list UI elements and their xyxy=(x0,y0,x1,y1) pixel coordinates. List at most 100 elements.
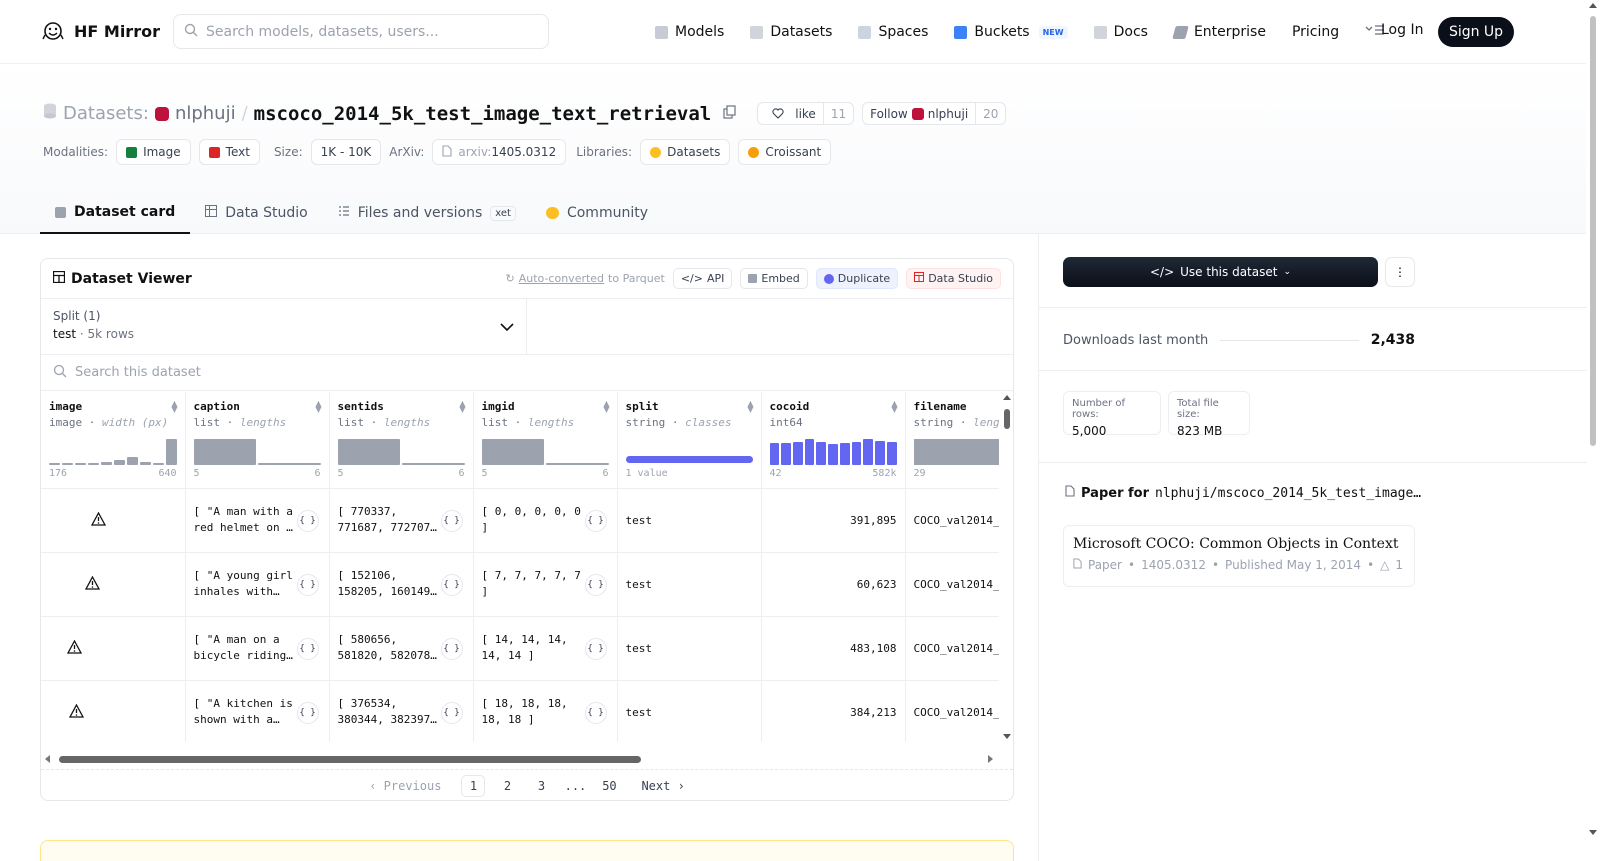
histogram-bar[interactable] xyxy=(546,463,609,465)
expand-json-icon[interactable]: { } xyxy=(296,701,319,724)
dataset-search-input[interactable] xyxy=(75,365,475,380)
histogram-bar[interactable] xyxy=(913,439,999,465)
histogram-bar[interactable] xyxy=(781,443,791,465)
table-row[interactable]: [ "A man on a bicycle riding next to a t… xyxy=(41,616,999,681)
cell-image[interactable] xyxy=(41,552,186,617)
horizontal-scrollbar[interactable] xyxy=(41,753,999,765)
cell-caption[interactable]: [ "A man on a bicycle riding next to a t… xyxy=(185,616,330,681)
expand-json-icon[interactable]: { } xyxy=(296,509,319,532)
cell-sentids[interactable]: [ 376534, 380344, 382397, 382830, 384170… xyxy=(329,680,474,742)
sort-icon[interactable]: ▲ ▼ xyxy=(603,400,609,414)
embed-button[interactable]: Embed xyxy=(740,268,808,289)
column-header-imgid[interactable]: imgid list · lengths ▲ ▼ 5 6 xyxy=(473,392,618,489)
histogram-bar[interactable] xyxy=(100,462,112,465)
histogram-bar[interactable] xyxy=(87,463,99,465)
expand-json-icon[interactable]: { } xyxy=(584,637,607,660)
tab-dataset-card[interactable]: Dataset card xyxy=(40,192,191,234)
histogram-bar[interactable] xyxy=(792,442,803,465)
global-search-input[interactable] xyxy=(206,23,526,40)
histogram-bar[interactable] xyxy=(139,462,151,465)
expand-json-icon[interactable]: { } xyxy=(584,701,607,724)
histogram-bar[interactable] xyxy=(863,439,874,465)
expand-json-icon[interactable]: { } xyxy=(584,573,607,596)
nav-enterprise[interactable]: Enterprise xyxy=(1172,24,1266,40)
follow-button[interactable]: Follow nlphuji 20 xyxy=(862,102,1007,125)
size-tag[interactable]: 1K - 10K xyxy=(310,139,382,165)
data-studio-button[interactable]: Data Studio xyxy=(906,268,1001,289)
expand-json-icon[interactable]: { } xyxy=(440,637,463,660)
cell-imgid[interactable]: [ 14, 14, 14, 14, 14 ]{ } xyxy=(473,616,618,681)
histogram-bar[interactable] xyxy=(337,439,400,465)
duplicate-button[interactable]: Duplicate xyxy=(815,268,899,289)
cell-cocoid[interactable]: 391,895 xyxy=(761,488,906,553)
nav-pricing[interactable]: Pricing xyxy=(1292,24,1339,40)
nav-docs[interactable]: Docs xyxy=(1093,24,1148,40)
histogram-bar[interactable] xyxy=(804,439,815,465)
cell-cocoid[interactable]: 384,213 xyxy=(761,680,906,742)
cell-split[interactable]: test xyxy=(617,616,762,681)
use-dataset-button[interactable]: </> Use this dataset ⌄ xyxy=(1063,257,1378,287)
tab-files-and-versions[interactable]: Files and versions xet xyxy=(323,192,531,234)
table-row[interactable]: [ "A man with a red helmet on a small mo… xyxy=(41,488,999,553)
column-header-image[interactable]: image image · width (px) ▲ ▼ 176 640 xyxy=(41,392,186,489)
signup-button[interactable]: Sign Up xyxy=(1438,17,1514,47)
cell-cocoid[interactable]: 60,623 xyxy=(761,552,906,617)
histogram-bar[interactable] xyxy=(165,439,177,465)
histogram-bar[interactable] xyxy=(193,439,256,465)
cell-image[interactable] xyxy=(41,488,186,553)
histogram-bar[interactable] xyxy=(816,442,827,465)
cell-sentids[interactable]: [ 580656, 581820, 582078, 583506, 584295… xyxy=(329,616,474,681)
tab-data-studio[interactable]: Data Studio xyxy=(190,192,322,234)
cell-filename[interactable]: COCO_val2014_ xyxy=(905,680,999,742)
histogram-bar[interactable] xyxy=(839,443,850,465)
cell-cocoid[interactable]: 483,108 xyxy=(761,616,906,681)
cell-filename[interactable]: COCO_val2014_ xyxy=(905,616,999,681)
histogram-bar[interactable] xyxy=(152,463,164,465)
sort-icon[interactable]: ▲ ▼ xyxy=(459,400,465,414)
repo-owner-link[interactable]: nlphuji xyxy=(175,103,236,124)
nav-datasets[interactable]: Datasets xyxy=(750,24,832,40)
histogram-bar[interactable] xyxy=(113,460,125,465)
nav-models[interactable]: Models xyxy=(655,24,724,40)
histogram-bar[interactable] xyxy=(769,443,780,465)
histogram-bar[interactable] xyxy=(258,463,321,465)
page-link[interactable]: 50 xyxy=(597,775,621,797)
login-link[interactable]: Log In xyxy=(1381,22,1423,38)
nav-buckets[interactable]: Buckets NEW xyxy=(954,24,1068,40)
modality-text-tag[interactable]: Text xyxy=(198,139,260,165)
page-link[interactable]: 2 xyxy=(495,775,519,797)
repo-name-link[interactable]: mscoco_2014_5k_test_image_text_retrieval xyxy=(254,103,712,125)
modality-image-tag[interactable]: Image xyxy=(116,139,191,165)
cell-caption[interactable]: [ "A kitchen is shown with a variety of … xyxy=(185,680,330,742)
cell-imgid[interactable]: [ 18, 18, 18, 18, 18 ]{ } xyxy=(473,680,618,742)
copy-icon[interactable] xyxy=(723,103,737,124)
more-options-button[interactable]: ⋮ xyxy=(1385,257,1415,287)
expand-json-icon[interactable]: { } xyxy=(440,509,463,532)
histogram-bar[interactable] xyxy=(851,442,862,465)
histogram-bar[interactable] xyxy=(875,441,885,465)
cell-filename[interactable]: COCO_val2014_ xyxy=(905,488,999,553)
table-row[interactable]: [ "A kitchen is shown with a variety of … xyxy=(41,680,999,742)
histogram-bar[interactable] xyxy=(49,463,60,465)
cell-sentids[interactable]: [ 770337, 771687, 772707, 776154, 781998… xyxy=(329,488,474,553)
column-header-caption[interactable]: caption list · lengths ▲ ▼ 5 6 xyxy=(185,392,330,489)
page-scrollbar[interactable] xyxy=(1586,0,1600,861)
nav-spaces[interactable]: Spaces xyxy=(858,24,928,40)
expand-json-icon[interactable]: { } xyxy=(296,573,319,596)
expand-json-icon[interactable]: { } xyxy=(440,573,463,596)
cell-sentids[interactable]: [ 152106, 158205, 160149, 161565, 162189… xyxy=(329,552,474,617)
column-header-filename[interactable]: filenamestring · lengths▲▼29 xyxy=(905,392,999,489)
histogram-bar[interactable] xyxy=(126,457,138,465)
arxiv-tag[interactable]: arxiv: 1405.0312 xyxy=(432,139,567,165)
page-link[interactable]: 3 xyxy=(529,775,553,797)
global-search[interactable] xyxy=(173,14,549,49)
expand-json-icon[interactable]: { } xyxy=(296,637,319,660)
cell-image[interactable] xyxy=(41,616,186,681)
cell-split[interactable]: test xyxy=(617,680,762,742)
vertical-scrollbar[interactable] xyxy=(1001,392,1013,742)
parquet-info[interactable]: ↻ Auto-converted to Parquet xyxy=(506,272,665,285)
cell-caption[interactable]: [ "A man with a red helmet on a small mo… xyxy=(185,488,330,553)
cell-split[interactable]: test xyxy=(617,488,762,553)
brand-logo[interactable]: HF Mirror xyxy=(42,20,160,42)
cell-imgid[interactable]: [ 0, 0, 0, 0, 0 ]{ } xyxy=(473,488,618,553)
